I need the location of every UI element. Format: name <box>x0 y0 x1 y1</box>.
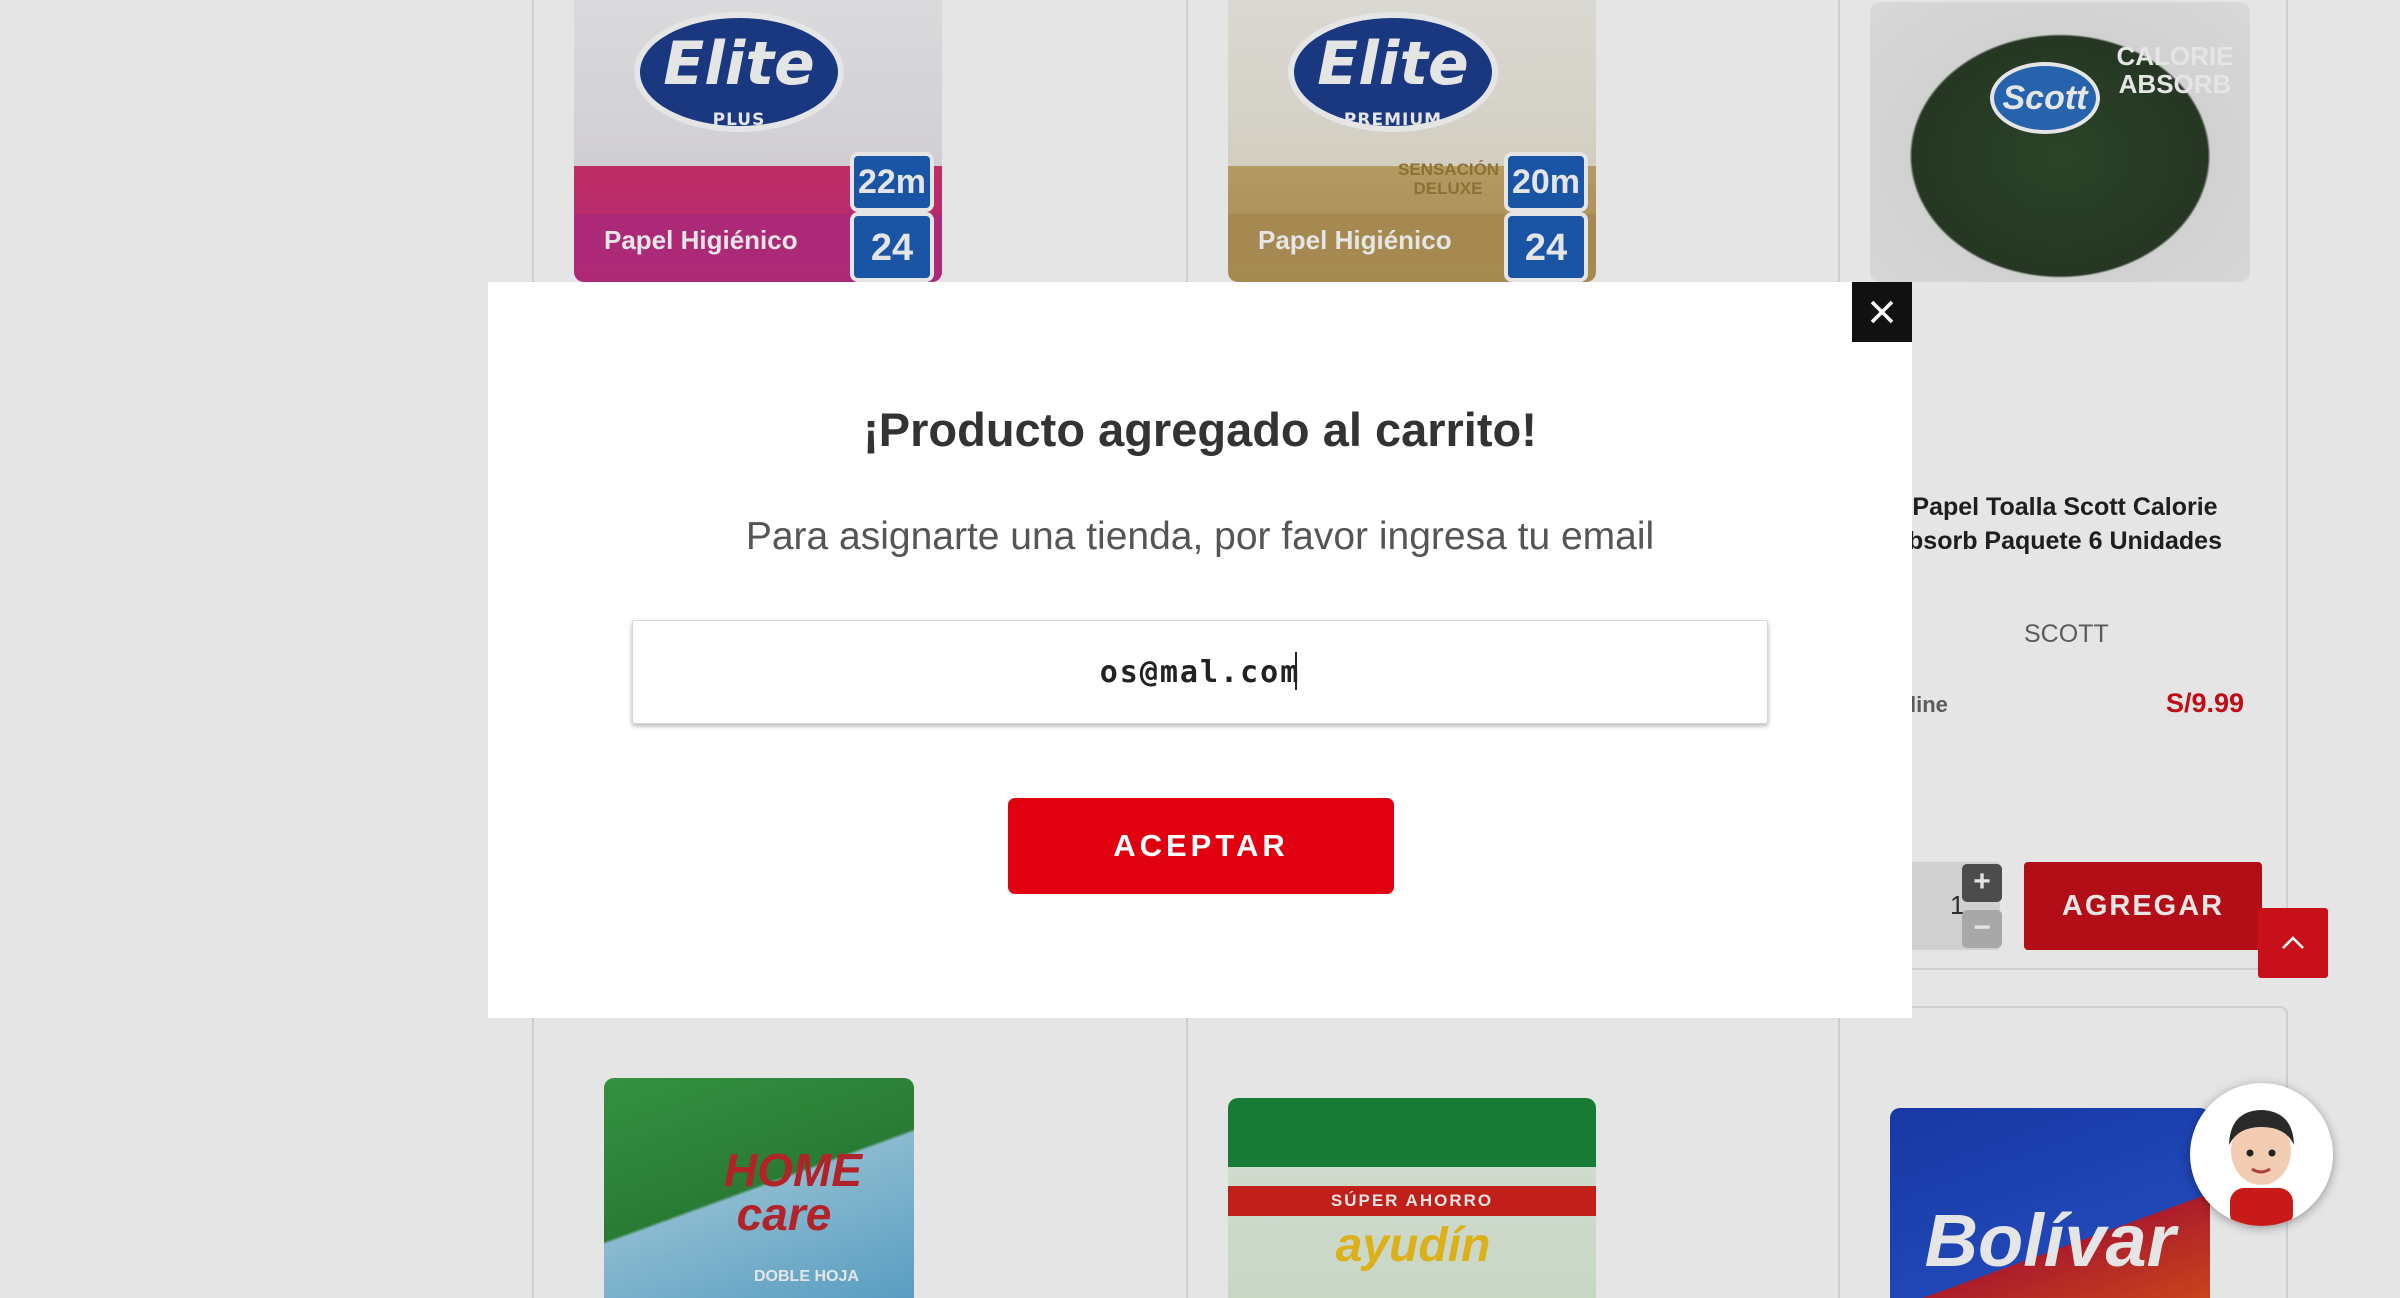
modal-subtitle: Para asignarte una tienda, por favor ing… <box>745 515 1655 558</box>
scroll-to-top-button[interactable] <box>2258 908 2328 978</box>
email-field[interactable] <box>632 620 1768 724</box>
chevron-up-icon <box>2282 936 2304 949</box>
modal-title: ¡Producto agregado al carrito! <box>863 403 1537 456</box>
accept-button[interactable]: ACEPTAR <box>1008 798 1394 894</box>
close-icon <box>1870 300 1894 324</box>
add-to-cart-modal: ¡Producto agregado al carrito! Para asig… <box>488 282 1912 1018</box>
text-caret <box>1295 652 1297 690</box>
assistant-avatar-icon <box>2229 1110 2294 1226</box>
chat-assistant-button[interactable] <box>2190 1083 2333 1226</box>
modal-close-button[interactable] <box>1852 282 1912 342</box>
